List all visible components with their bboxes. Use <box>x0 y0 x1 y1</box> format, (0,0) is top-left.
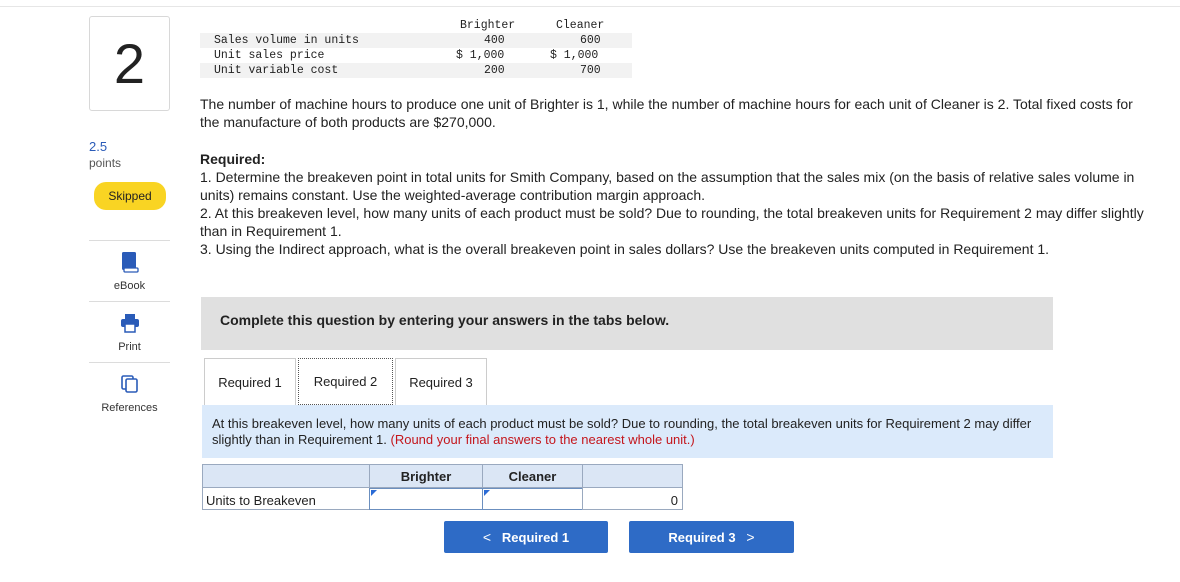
tab-instruction: At this breakeven level, how many units … <box>202 405 1053 458</box>
chevron-right-icon: > <box>746 529 755 545</box>
top-divider <box>0 6 1180 7</box>
required-item-1: 1. Determine the breakeven point in tota… <box>200 169 1135 203</box>
data-table-header: Brighter Cleaner <box>200 18 632 33</box>
answer-header-cleaner: Cleaner <box>482 464 583 488</box>
required-item-2: 2. At this breakeven level, how many uni… <box>200 205 1144 239</box>
next-label: Required 3 <box>668 529 736 545</box>
problem-description: The number of machine hours to produce o… <box>200 96 1133 130</box>
book-icon <box>119 251 141 273</box>
table-row: Sales volume in units 400 600 <box>200 33 632 48</box>
col-header-cleaner: Cleaner <box>556 19 605 32</box>
brighter-units-input[interactable] <box>369 488 483 510</box>
cleaner-units-input[interactable] <box>482 488 583 510</box>
prev-label: Required 1 <box>501 529 570 545</box>
references-icon <box>119 373 141 395</box>
total-units-value: 0 <box>582 488 683 510</box>
ebook-button[interactable]: eBook <box>89 240 170 301</box>
tab-required-3[interactable]: Required 3 <box>395 358 487 405</box>
table-row: Unit sales price $ 1,000 $ 1,000 <box>214 49 599 62</box>
points-label: points <box>89 156 122 170</box>
tab-required-2[interactable]: Required 2 <box>298 358 393 405</box>
next-required-button[interactable]: Required 3 > <box>629 521 794 553</box>
banner-text: Complete this question by entering your … <box>220 312 670 328</box>
references-button[interactable]: References <box>89 362 170 423</box>
tab-required-1[interactable]: Required 1 <box>204 358 296 405</box>
required-heading: Required: <box>200 151 266 167</box>
print-label: Print <box>118 341 141 353</box>
references-label: References <box>101 402 158 414</box>
answer-header-blank <box>202 464 370 488</box>
skipped-badge: Skipped <box>94 182 166 210</box>
col-header-brighter: Brighter <box>460 19 516 32</box>
question-number-box: 2 <box>89 16 170 111</box>
points-value: 2.5 <box>89 139 108 154</box>
table-row: Unit variable cost 200 700 <box>200 63 632 78</box>
question-number: 2 <box>113 31 146 95</box>
instructions-banner: Complete this question by entering your … <box>201 297 1053 350</box>
required-item-3: 3. Using the Indirect approach, what is … <box>200 241 1050 257</box>
print-button[interactable]: Print <box>89 301 170 362</box>
printer-icon <box>119 312 141 334</box>
row-label-units-to-breakeven: Units to Breakeven <box>202 488 370 510</box>
answer-header-brighter: Brighter <box>369 464 483 488</box>
rounding-note: (Round your final answers to the nearest… <box>390 432 695 447</box>
prev-required-button[interactable]: < Required 1 <box>444 521 608 553</box>
ebook-label: eBook <box>113 280 146 292</box>
answer-header-total <box>582 464 683 488</box>
answer-table: Brighter Cleaner Units to Breakeven 0 <box>202 464 683 510</box>
chevron-left-icon: < <box>482 529 492 545</box>
